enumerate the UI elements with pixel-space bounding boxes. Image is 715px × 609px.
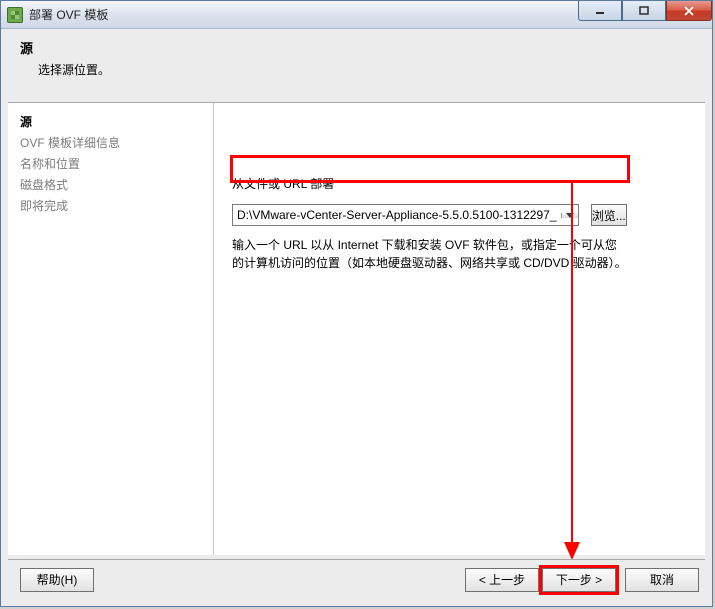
source-input-row: D:\VMware-vCenter-Server-Appliance-5.5.0… xyxy=(232,204,627,226)
sidebar-item-ovf-details[interactable]: OVF 模板详细信息 xyxy=(20,132,213,153)
client-area: 源 选择源位置。 源 OVF 模板详细信息 名称和位置 磁盘格式 即将完成 从文… xyxy=(2,30,711,605)
source-path-combo[interactable]: D:\VMware-vCenter-Server-Appliance-5.5.0… xyxy=(232,204,579,226)
close-button[interactable] xyxy=(666,1,712,21)
titlebar: 部署 OVF 模板 xyxy=(1,1,712,29)
back-button-label: < 上一步 xyxy=(479,571,525,588)
deploy-ovf-window: 部署 OVF 模板 源 选择源位置。 源 OVF 模板详细信息 名称和位置 磁盘… xyxy=(0,0,713,607)
close-icon xyxy=(684,6,694,16)
wizard-steps-sidebar: 源 OVF 模板详细信息 名称和位置 磁盘格式 即将完成 xyxy=(8,103,214,555)
sidebar-item-name-location[interactable]: 名称和位置 xyxy=(20,153,213,174)
maximize-button[interactable] xyxy=(622,1,666,21)
highlight-box-next: 下一步 > xyxy=(539,565,619,595)
sidebar-item-label: 源 xyxy=(20,115,32,129)
wizard-footer: 帮助(H) < 上一步 下一步 > 取消 xyxy=(8,559,705,599)
content-pane: 从文件或 URL 部署 D:\VMware-vCenter-Server-App… xyxy=(214,103,705,555)
sidebar-item-ready[interactable]: 即将完成 xyxy=(20,195,213,216)
minimize-button[interactable] xyxy=(578,1,622,21)
header-subtitle: 选择源位置。 xyxy=(20,61,693,78)
chevron-down-icon xyxy=(566,213,574,218)
next-button-label: 下一步 > xyxy=(556,571,602,588)
main-split: 源 OVF 模板详细信息 名称和位置 磁盘格式 即将完成 从文件或 URL 部署… xyxy=(8,102,705,555)
window-title: 部署 OVF 模板 xyxy=(29,6,108,23)
sidebar-item-label: 名称和位置 xyxy=(20,157,80,171)
source-path-value: D:\VMware-vCenter-Server-Appliance-5.5.0… xyxy=(233,208,561,222)
deploy-from-label: 从文件或 URL 部署 xyxy=(232,175,691,192)
browse-button[interactable]: 浏览... xyxy=(591,204,628,226)
wizard-header: 源 选择源位置。 xyxy=(2,30,711,92)
sidebar-item-disk-format[interactable]: 磁盘格式 xyxy=(20,174,213,195)
window-controls xyxy=(578,1,712,23)
help-button[interactable]: 帮助(H) xyxy=(20,568,94,592)
source-hint-text: 输入一个 URL 以从 Internet 下载和安装 OVF 软件包，或指定一个… xyxy=(232,236,627,272)
sidebar-item-label: 磁盘格式 xyxy=(20,178,68,192)
combo-dropdown-button[interactable] xyxy=(561,213,578,218)
app-icon xyxy=(7,7,23,23)
maximize-icon xyxy=(639,6,649,16)
sidebar-item-source[interactable]: 源 xyxy=(20,111,213,132)
next-button[interactable]: 下一步 > xyxy=(542,568,616,592)
sidebar-item-label: OVF 模板详细信息 xyxy=(20,136,120,150)
browse-button-label: 浏览... xyxy=(592,207,626,224)
cancel-button[interactable]: 取消 xyxy=(625,568,699,592)
sidebar-item-label: 即将完成 xyxy=(20,199,68,213)
header-title: 源 xyxy=(20,38,693,57)
cancel-button-label: 取消 xyxy=(650,571,674,588)
back-button[interactable]: < 上一步 xyxy=(465,568,539,592)
help-button-label: 帮助(H) xyxy=(37,571,78,588)
minimize-icon xyxy=(595,7,605,15)
